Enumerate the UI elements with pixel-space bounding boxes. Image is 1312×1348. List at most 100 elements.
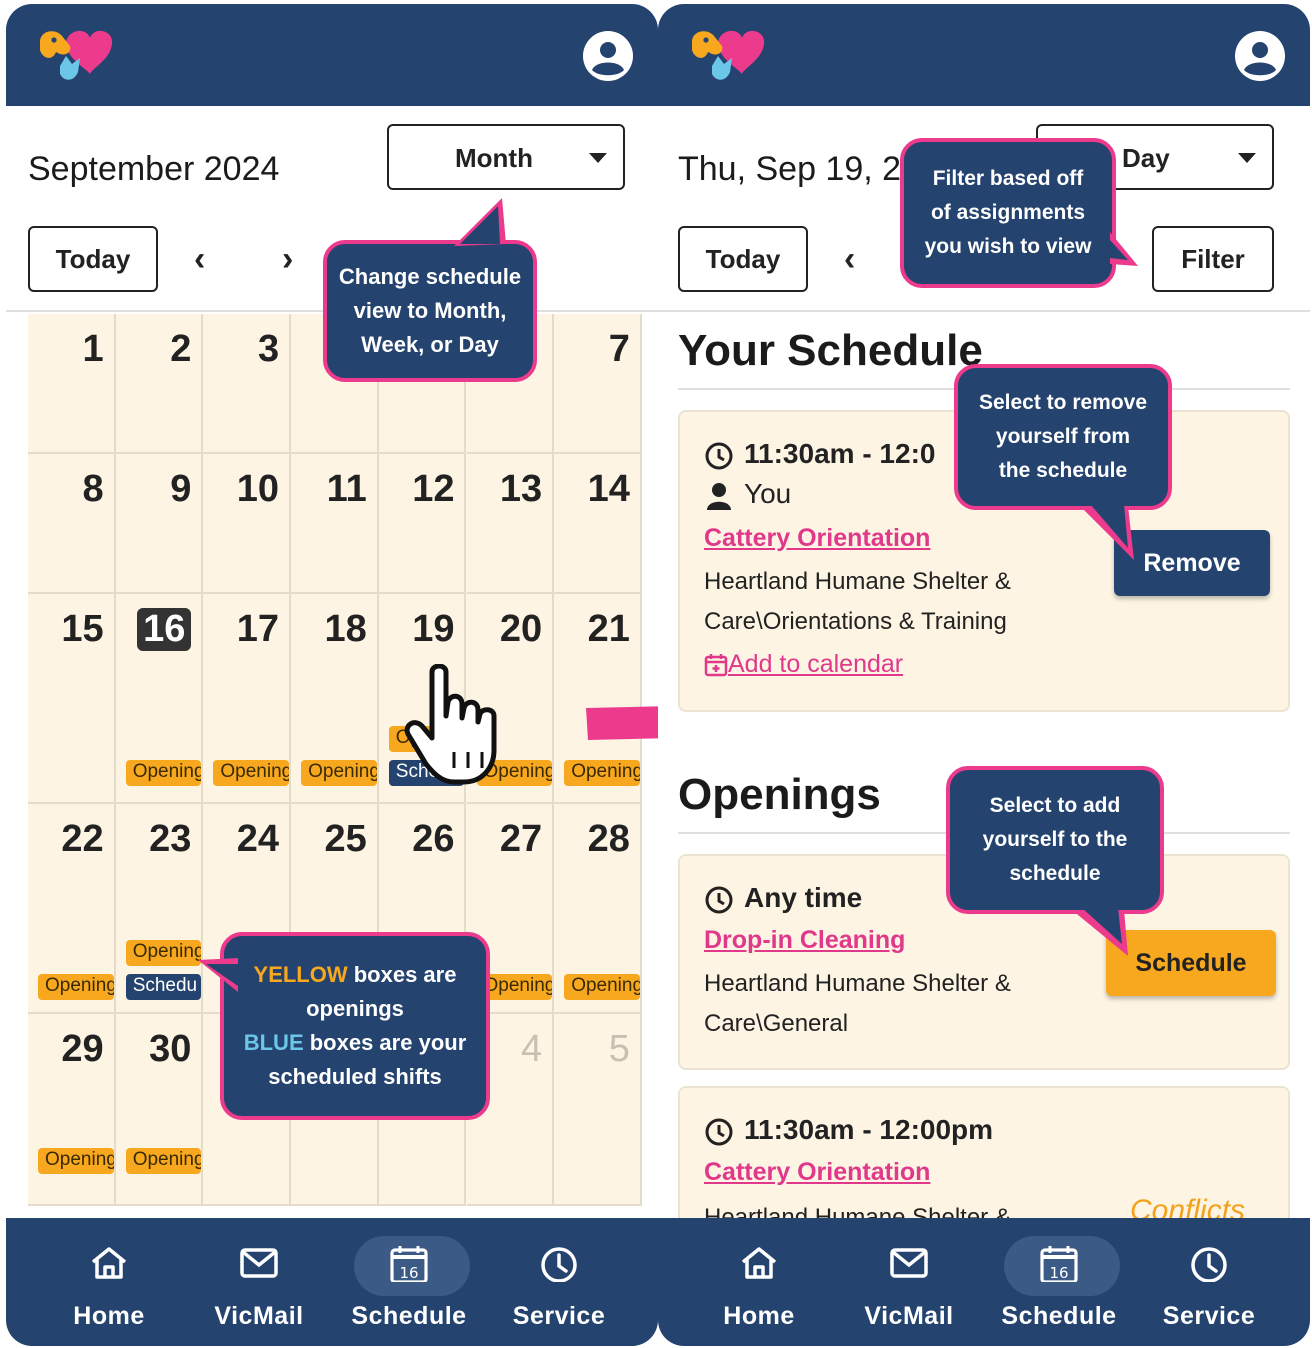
opening-location-line1: Heartland Humane Shelter & xyxy=(704,970,1011,997)
yellow-word: YELLOW xyxy=(253,962,348,987)
day-title: Thu, Sep 19, 20 xyxy=(678,150,920,188)
opening-chip[interactable]: Opening xyxy=(38,974,114,1000)
add-to-calendar-link[interactable]: Add to calendar xyxy=(704,650,903,679)
opening-chip[interactable]: Opening xyxy=(301,760,377,786)
nav-vicmail-label: VicMail xyxy=(864,1302,954,1330)
calendar-day-cell[interactable]: 14 xyxy=(554,454,642,594)
calendar-day-number: 28 xyxy=(587,818,630,860)
nav-home[interactable]: Home xyxy=(694,1232,824,1332)
calendar-day-cell[interactable]: 7 xyxy=(554,314,642,454)
nav-vicmail[interactable]: VicMail xyxy=(844,1232,974,1332)
calendar-day-number: 25 xyxy=(324,818,367,860)
callout-line: openings xyxy=(306,996,404,1021)
callout-line: scheduled shifts xyxy=(268,1064,442,1089)
opening-time-text: Any time xyxy=(744,882,863,913)
opening-time-text: 11:30am - 12:00pm xyxy=(744,1114,994,1145)
callout-line: Week, or Day xyxy=(361,332,499,357)
calendar-badge: 16 xyxy=(399,1264,418,1282)
opening-location-line2: Care\General xyxy=(704,1010,849,1037)
shift-location-line2: Care\Orientations & Training xyxy=(704,608,1007,635)
previous-day-icon[interactable]: ‹ xyxy=(844,240,855,279)
callout-line: Select to add xyxy=(989,794,1121,817)
today-button[interactable]: Today xyxy=(28,226,158,292)
calendar-day-cell[interactable]: 1 xyxy=(28,314,116,454)
calendar-day-cell[interactable]: 10 xyxy=(203,454,292,594)
calendar-day-cell[interactable]: 9 xyxy=(115,454,204,594)
opening-chip[interactable]: Opening xyxy=(125,1148,202,1174)
calendar-day-cell[interactable]: 28 Opening xyxy=(554,804,642,1014)
calendar-day-number: 10 xyxy=(236,468,280,510)
callout-tail xyxy=(1072,908,1128,956)
nav-service[interactable]: Service xyxy=(1144,1232,1274,1332)
callout-line: the schedule xyxy=(998,459,1128,482)
callout-line: schedule xyxy=(1009,862,1101,885)
calendar-day-cell[interactable]: 17 Opening xyxy=(203,594,292,804)
filter-button[interactable]: Filter xyxy=(1152,226,1274,292)
calendar-day-cell[interactable]: 30 Opening xyxy=(115,1014,204,1206)
month-view-screen: September 2024 Month Today ‹ › 1 2 3 7 8 9 10 1… xyxy=(6,4,658,1346)
nav-service-label: Service xyxy=(1162,1302,1256,1330)
view-mode-value: Month xyxy=(455,143,533,173)
yellow-rest: boxes are xyxy=(347,962,457,987)
view-mode-value: Day xyxy=(1122,143,1170,173)
opening-name-link[interactable]: Cattery Orientation xyxy=(704,1158,930,1187)
home-icon xyxy=(91,1247,127,1279)
clock-icon xyxy=(1191,1247,1227,1282)
nav-schedule[interactable]: 16 Schedule xyxy=(344,1232,474,1332)
shift-name-link[interactable]: Cattery Orientation xyxy=(704,524,930,553)
logo-icon xyxy=(40,30,113,80)
nav-schedule[interactable]: 16 Schedule xyxy=(994,1232,1124,1332)
nav-home[interactable]: Home xyxy=(44,1232,174,1332)
calendar-day-cell[interactable]: 23 Schedu Opening xyxy=(115,804,204,1014)
view-mode-select[interactable]: Month xyxy=(387,124,625,190)
calendar-day-number: 30 xyxy=(149,1028,192,1070)
calendar-day-cell[interactable]: 8 xyxy=(28,454,116,594)
calendar-day-cell[interactable]: 18 Opening xyxy=(291,594,379,804)
calendar-day-cell[interactable]: 16 Opening xyxy=(115,594,204,804)
calendar-day-cell[interactable]: 22 Opening xyxy=(28,804,116,1014)
add-to-calendar-text: Add to calendar xyxy=(728,650,904,678)
previous-month-icon[interactable]: ‹ xyxy=(194,240,205,279)
callout-line: yourself from xyxy=(995,425,1131,448)
profile-avatar-icon[interactable] xyxy=(582,30,634,82)
calendar-day-cell[interactable]: 5 xyxy=(554,1014,642,1206)
scheduled-shift-chip[interactable]: Schedu xyxy=(125,974,202,1000)
clock-icon xyxy=(541,1247,577,1282)
calendar-day-number: 8 xyxy=(82,468,104,510)
opening-chip[interactable]: Opening xyxy=(38,1148,114,1174)
callout-line: Select to remove xyxy=(978,391,1148,414)
calendar-day-number: 5 xyxy=(608,1028,630,1070)
callout-remove: Select to remove yourself from the sched… xyxy=(954,364,1172,510)
opening-time: Any time xyxy=(704,882,862,915)
next-month-icon[interactable]: › xyxy=(282,240,293,279)
callout-legend: YELLOW boxes are openings BLUE boxes are… xyxy=(220,932,490,1120)
calendar-day-cell[interactable]: 15 xyxy=(28,594,116,804)
calendar-day-cell[interactable]: 3 xyxy=(203,314,292,454)
calendar-day-cell[interactable]: 12 xyxy=(378,454,467,594)
opening-chip[interactable]: Opening xyxy=(125,940,202,966)
opening-chip[interactable]: Opening xyxy=(125,760,202,786)
calendar-day-number: 24 xyxy=(236,818,280,860)
calendar-day-number: 22 xyxy=(61,818,104,860)
today-button[interactable]: Today xyxy=(678,226,808,292)
opening-name-link[interactable]: Drop-in Cleaning xyxy=(704,926,905,955)
calendar-badge: 16 xyxy=(1049,1264,1068,1282)
person-icon xyxy=(707,482,731,510)
calendar-day-cell[interactable]: 2 xyxy=(115,314,204,454)
calendar-day-cell[interactable]: 13 xyxy=(466,454,555,594)
calendar-day-cell[interactable]: 29 Opening xyxy=(28,1014,116,1206)
calendar-day-number: 13 xyxy=(499,468,543,510)
callout-add: Select to add yourself to the schedule xyxy=(946,766,1164,914)
your-schedule-title: Your Schedule xyxy=(678,326,983,375)
app-header xyxy=(658,4,1310,106)
calendar-day-cell[interactable]: 11 xyxy=(291,454,379,594)
callout-view-change: Change schedule view to Month, Week, or … xyxy=(323,240,537,382)
opening-chip[interactable]: Opening xyxy=(564,974,640,1000)
nav-service[interactable]: Service xyxy=(494,1232,624,1332)
nav-schedule-label: Schedule xyxy=(1001,1302,1117,1330)
opening-time: 11:30am - 12:00pm xyxy=(704,1114,993,1147)
opening-chip[interactable]: Opening xyxy=(213,760,290,786)
nav-vicmail[interactable]: VicMail xyxy=(194,1232,324,1332)
shift-location-line1: Heartland Humane Shelter & xyxy=(704,568,1011,595)
profile-avatar-icon[interactable] xyxy=(1234,30,1286,82)
